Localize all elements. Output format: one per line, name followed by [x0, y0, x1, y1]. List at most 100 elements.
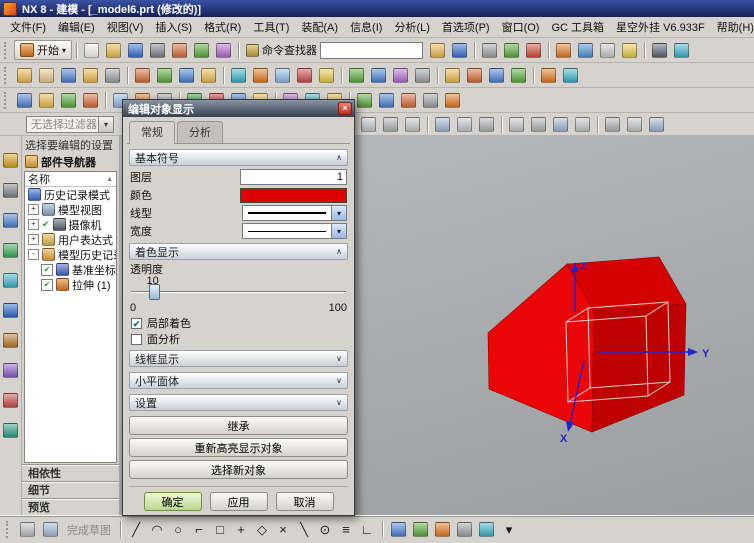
- cancel-button[interactable]: 取消: [276, 492, 334, 511]
- history-icon[interactable]: [0, 330, 21, 351]
- tab-analysis[interactable]: 分析: [177, 121, 223, 143]
- linetype-combo[interactable]: ▾: [242, 205, 347, 221]
- r2-icon-14[interactable]: [316, 65, 337, 86]
- slider-thumb[interactable]: [149, 284, 160, 300]
- r4-icon-1[interactable]: [358, 114, 379, 135]
- r4-icon-6[interactable]: [476, 114, 497, 135]
- open-icon[interactable]: [103, 40, 124, 61]
- tree-expand-toggle[interactable]: -: [28, 249, 39, 260]
- r1b-icon-2[interactable]: [449, 40, 470, 61]
- r4-icon-13[interactable]: [646, 114, 667, 135]
- sketch-grid-icon[interactable]: [17, 519, 38, 540]
- r1b-icon-11[interactable]: [671, 40, 692, 61]
- sketch-rectangle-icon[interactable]: □: [210, 520, 230, 540]
- menu-item-8[interactable]: 信息(I): [344, 17, 388, 37]
- r2-icon-24[interactable]: [560, 65, 581, 86]
- r2-icon-15[interactable]: [346, 65, 367, 86]
- menu-item-11[interactable]: 窗口(O): [496, 17, 546, 37]
- bottom_colored-icon-5[interactable]: [476, 519, 497, 540]
- r3-icon-15[interactable]: [354, 90, 375, 111]
- copy-icon[interactable]: [191, 40, 212, 61]
- tree-item-history-mode[interactable]: 历史记录模式: [25, 187, 116, 202]
- toolbar-grip[interactable]: [4, 67, 9, 84]
- r1b-icon-7[interactable]: [575, 40, 596, 61]
- r3-icon-17[interactable]: [398, 90, 419, 111]
- r4-icon-9[interactable]: [550, 114, 571, 135]
- reuse-library-icon[interactable]: [0, 240, 21, 261]
- section-basic-symbols[interactable]: 基本符号 ∧: [129, 149, 348, 166]
- close-icon[interactable]: ×: [338, 102, 352, 115]
- finish-sketch-button[interactable]: 完成草图: [67, 522, 111, 538]
- print-icon[interactable]: [147, 40, 168, 61]
- assembly-navigator-icon[interactable]: [0, 150, 21, 171]
- r2-icon-19[interactable]: [442, 65, 463, 86]
- r2-icon-17[interactable]: [390, 65, 411, 86]
- partial-shading-checkbox[interactable]: ✔: [131, 318, 142, 329]
- menu-item-4[interactable]: 插入(S): [149, 17, 198, 37]
- r1b-icon-3[interactable]: [479, 40, 500, 61]
- r4-icon-12[interactable]: [624, 114, 645, 135]
- sketch-point-icon[interactable]: +: [231, 520, 251, 540]
- rehighlight-button[interactable]: 重新高亮显示对象: [129, 438, 348, 457]
- system-materials-icon[interactable]: [0, 360, 21, 381]
- r3-icon-1[interactable]: [14, 90, 35, 111]
- constraint-navigator-icon[interactable]: [0, 180, 21, 201]
- menu-item-12[interactable]: GC 工具箱: [545, 17, 610, 37]
- sketch-arc-icon[interactable]: ◠: [147, 520, 167, 540]
- sketch-plane-icon[interactable]: [40, 519, 61, 540]
- r2-icon-6[interactable]: [132, 65, 153, 86]
- color-swatch[interactable]: [240, 188, 347, 203]
- sketch-chamfer-icon[interactable]: ╲: [294, 520, 314, 540]
- more-options-icon[interactable]: ▾: [499, 520, 519, 540]
- r2-icon-10[interactable]: [228, 65, 249, 86]
- process-studio-icon[interactable]: [0, 390, 21, 411]
- r2-icon-8[interactable]: [176, 65, 197, 86]
- sketch-dimension-icon[interactable]: ∟: [357, 520, 377, 540]
- tree-item-checkbox[interactable]: ✔: [41, 264, 53, 276]
- hd3d-tools-icon[interactable]: [0, 270, 21, 291]
- quick-trim-icon[interactable]: ×: [273, 520, 293, 540]
- r4-icon-4[interactable]: [432, 114, 453, 135]
- apply-button[interactable]: 应用: [210, 492, 268, 511]
- section-facet-body[interactable]: 小平面体 ∨: [129, 372, 348, 389]
- section-settings[interactable]: 设置 ∨: [129, 394, 348, 411]
- dialog-title-bar[interactable]: 编辑对象显示 ×: [123, 100, 354, 117]
- bottom_colored-icon-3[interactable]: [432, 519, 453, 540]
- details-section[interactable]: 细节: [22, 481, 119, 498]
- bottom_colored-icon-2[interactable]: [410, 519, 431, 540]
- r4-icon-2[interactable]: [380, 114, 401, 135]
- r1b-icon-9[interactable]: [619, 40, 640, 61]
- tree-expand-toggle[interactable]: +: [28, 234, 39, 245]
- r4-icon-7[interactable]: [506, 114, 527, 135]
- menu-item-1[interactable]: 文件(F): [4, 17, 52, 37]
- tree-item-model-history[interactable]: -模型历史记录: [25, 247, 116, 262]
- r1b-icon-4[interactable]: [501, 40, 522, 61]
- select-new-object-button[interactable]: 选择新对象: [129, 460, 348, 479]
- r1b-icon-8[interactable]: [597, 40, 618, 61]
- r4-icon-10[interactable]: [572, 114, 593, 135]
- menu-item-6[interactable]: 工具(T): [247, 17, 295, 37]
- r2-icon-20[interactable]: [464, 65, 485, 86]
- sketch-line-icon[interactable]: ╱: [126, 520, 146, 540]
- r2-icon-3[interactable]: [58, 65, 79, 86]
- tree-expand-toggle[interactable]: +: [28, 204, 39, 215]
- cut-icon[interactable]: [169, 40, 190, 61]
- part-navigator-header[interactable]: 部件导航器: [22, 153, 119, 170]
- r3-icon-19[interactable]: [442, 90, 463, 111]
- selection-filter-combo[interactable]: 无选择过滤器 ▾: [26, 116, 114, 133]
- section-shaded-display[interactable]: 着色显示 ∧: [129, 243, 348, 260]
- sketch-constraints-icon[interactable]: ≡: [336, 520, 356, 540]
- sketch-ellipse-icon[interactable]: ⊙: [315, 520, 335, 540]
- tree-item-model-views[interactable]: +模型视图: [25, 202, 116, 217]
- r2-icon-4[interactable]: [80, 65, 101, 86]
- r2-icon-22[interactable]: [508, 65, 529, 86]
- r4-icon-5[interactable]: [454, 114, 475, 135]
- face-analysis-checkbox[interactable]: [131, 334, 142, 345]
- r2-icon-12[interactable]: [272, 65, 293, 86]
- bottom_colored-icon-4[interactable]: [454, 519, 475, 540]
- model-face-right[interactable]: [592, 304, 686, 432]
- model-face-front[interactable]: [488, 264, 594, 432]
- tab-general[interactable]: 常规: [129, 121, 175, 144]
- r2-icon-23[interactable]: [538, 65, 559, 86]
- toolbar-grip[interactable]: [4, 92, 9, 109]
